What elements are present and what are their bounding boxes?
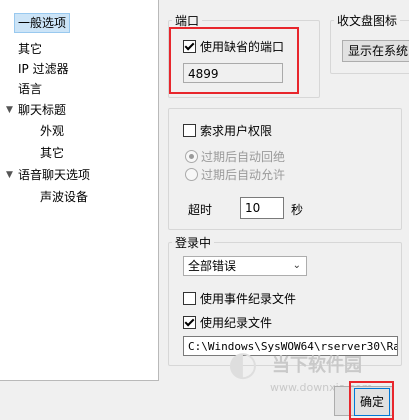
auto-reject-radio[interactable] bbox=[185, 150, 198, 163]
tray-icon-group-legend: 收文盘图标 bbox=[334, 12, 401, 29]
nav-item-chat-title[interactable]: 聊天标题 bbox=[18, 101, 66, 119]
auto-allow-label: 过期后自动允许 bbox=[201, 168, 286, 182]
log-file-checkbox[interactable] bbox=[183, 316, 196, 329]
event-log-checkbox[interactable] bbox=[183, 292, 196, 305]
request-permission-label: 索求用户权限 bbox=[200, 124, 273, 138]
nav-item-appearance[interactable]: 外观 bbox=[40, 122, 64, 140]
auto-allow-radio[interactable] bbox=[185, 168, 198, 181]
ok-highlight-frame bbox=[349, 381, 394, 420]
nav-item-language[interactable]: 语言 bbox=[18, 80, 42, 98]
timeout-input[interactable]: 10 bbox=[240, 197, 284, 219]
nav-item-sound-device[interactable]: 声波设备 bbox=[40, 188, 88, 206]
nav-item-chat-other[interactable]: 其它 bbox=[40, 144, 64, 162]
log-level-value: 全部错误 bbox=[188, 259, 237, 273]
nav-item-ip-filter[interactable]: IP 过滤器 bbox=[18, 60, 69, 78]
settings-nav-tree: 一般选项 其它 IP 过滤器 语言 ▼ 聊天标题 外观 其它 ▼ 语音聊天选项 … bbox=[0, 0, 159, 381]
nav-item-general[interactable]: 一般选项 bbox=[14, 13, 71, 33]
watermark-logo-icon: ◐ bbox=[228, 344, 258, 384]
timeout-unit: 秒 bbox=[291, 203, 304, 217]
watermark-text: 当下软件园 bbox=[272, 355, 362, 376]
collapse-toggle-icon[interactable]: ▼ bbox=[6, 170, 14, 180]
nav-item-other[interactable]: 其它 bbox=[18, 40, 42, 58]
collapse-toggle-icon[interactable]: ▼ bbox=[6, 105, 14, 115]
log-level-select[interactable]: 全部错误 ⌄ bbox=[183, 256, 307, 276]
chevron-down-icon: ⌄ bbox=[292, 260, 301, 271]
nav-item-voice-chat[interactable]: 语音聊天选项 bbox=[18, 166, 90, 184]
event-log-label: 使用事件纪录文件 bbox=[200, 292, 297, 306]
logging-group-legend: 登录中 bbox=[172, 234, 215, 251]
tray-icon-option[interactable]: 显示在系统 bbox=[342, 40, 409, 62]
log-file-label: 使用纪录文件 bbox=[200, 316, 273, 330]
timeout-label: 超时 bbox=[188, 203, 213, 217]
auto-reject-label: 过期后自动回绝 bbox=[201, 150, 286, 164]
request-permission-checkbox[interactable] bbox=[183, 124, 196, 137]
highlight-frame bbox=[169, 27, 299, 94]
